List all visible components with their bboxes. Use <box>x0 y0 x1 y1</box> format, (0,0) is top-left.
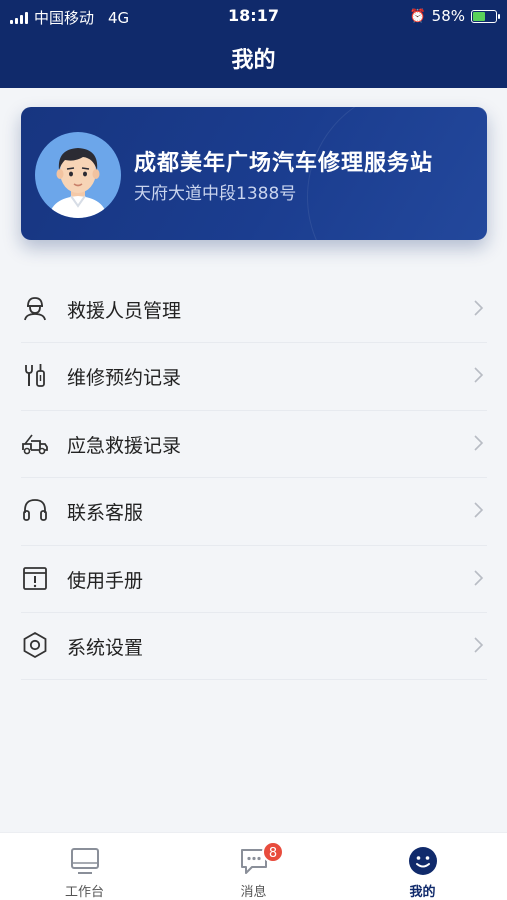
worker-helmet-icon <box>24 297 46 321</box>
bottom-tab-bar: 工作台 8 消息 我的 <box>0 832 507 900</box>
menu-item-rescue-staff[interactable]: 救援人员管理 <box>21 276 487 344</box>
smile-icon <box>408 847 437 875</box>
monitor-icon <box>70 848 99 874</box>
headset-icon <box>23 499 47 522</box>
wrench-icon <box>25 364 45 388</box>
tab-workbench[interactable]: 工作台 <box>0 833 169 900</box>
store-address: 天府大道中段1388号 <box>134 184 297 204</box>
top-header: 中国移动 4G 18:17 ⏰ 58% 我的 <box>0 0 507 88</box>
tab-label: 我的 <box>409 885 436 900</box>
tab-messages[interactable]: 8 消息 <box>169 833 338 900</box>
menu-item-emergency-records[interactable]: 应急救援记录 <box>21 411 487 479</box>
hexagon-settings-icon <box>23 631 47 658</box>
menu-item-repair-records[interactable]: 维修预约记录 <box>21 343 487 411</box>
avatar[interactable] <box>35 132 121 218</box>
chevron-right-icon <box>474 502 484 518</box>
menu-item-system-settings[interactable]: 系统设置 <box>21 613 487 681</box>
tab-mine[interactable]: 我的 <box>338 833 507 900</box>
tow-truck-icon <box>22 434 48 455</box>
menu-item-label: 联系客服 <box>67 502 144 525</box>
menu-item-user-manual[interactable]: 使用手册 <box>21 546 487 613</box>
profile-card[interactable]: 成都美年广场汽车修理服务站 天府大道中段1388号 <box>21 107 487 240</box>
status-bar: 中国移动 4G 18:17 ⏰ 58% <box>0 0 507 32</box>
page-title: 我的 <box>231 48 276 73</box>
settings-menu: 救援人员管理 维修预约记录 应急救援记录 联系客服 使用手册 系统设置 <box>21 276 487 681</box>
chevron-right-icon <box>474 367 484 383</box>
menu-item-label: 维修预约记录 <box>67 367 182 390</box>
menu-item-label: 应急救援记录 <box>67 434 182 457</box>
chevron-right-icon <box>474 300 484 316</box>
tab-label: 工作台 <box>64 885 104 900</box>
store-name: 成都美年广场汽车修理服务站 <box>134 151 434 176</box>
battery-icon <box>471 9 500 23</box>
menu-item-customer-service[interactable]: 联系客服 <box>21 478 487 546</box>
chevron-right-icon <box>474 569 484 586</box>
manual-icon <box>23 566 47 590</box>
alarm-icon: ⏰ <box>409 8 426 24</box>
unread-badge: 8 <box>262 841 284 863</box>
battery-percent: 58% <box>431 7 465 25</box>
chevron-right-icon <box>474 637 484 653</box>
tab-label: 消息 <box>240 885 267 900</box>
menu-item-label: 系统设置 <box>67 636 144 659</box>
menu-item-label: 使用手册 <box>67 569 144 592</box>
chevron-right-icon <box>474 435 484 451</box>
menu-item-label: 救援人员管理 <box>67 300 182 322</box>
